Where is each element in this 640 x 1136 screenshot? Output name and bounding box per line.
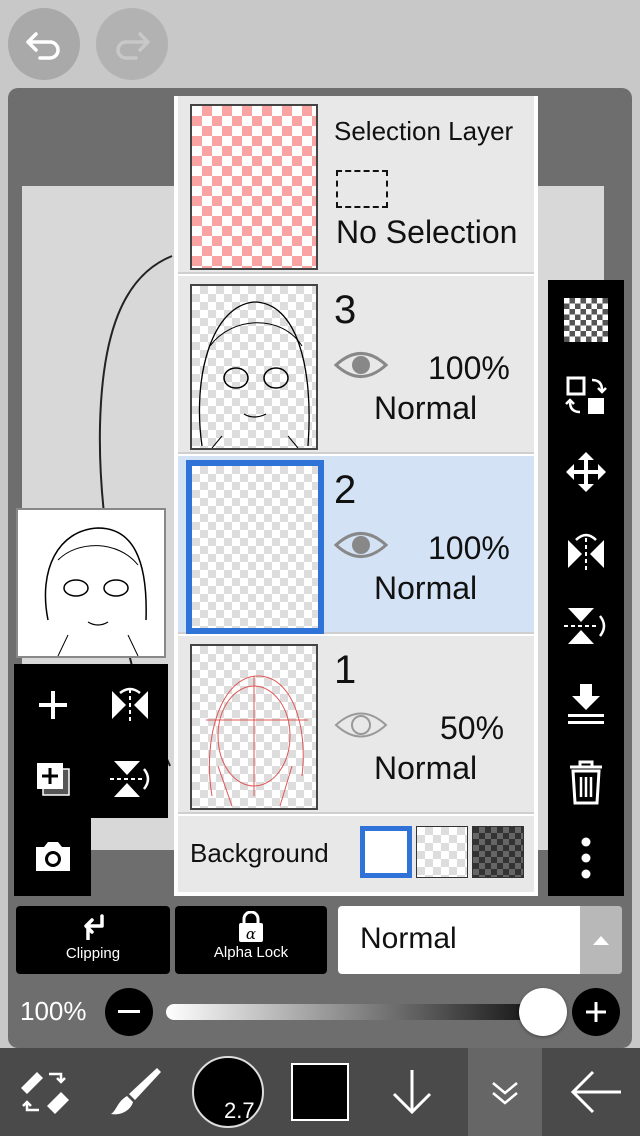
- blend-mode-select[interactable]: Normal: [338, 906, 622, 974]
- flip-horizontal-icon: [568, 533, 604, 572]
- arrow-down-icon: [392, 1070, 432, 1115]
- blend-mode-value: Normal: [360, 922, 457, 955]
- layer-blend-mode: Normal: [374, 390, 478, 426]
- flip-horizontal-icon: [111, 687, 148, 721]
- undo-button[interactable]: [8, 8, 80, 80]
- brush-tool-button[interactable]: [90, 1048, 180, 1136]
- transform-layer-icon: [565, 376, 607, 414]
- clipping-label: Clipping: [65, 945, 121, 962]
- layer-3-thumbnail: [190, 284, 318, 450]
- more-button[interactable]: [548, 828, 624, 888]
- background-label: Background: [190, 838, 329, 868]
- brush-size-indicator: 2.7: [192, 1056, 264, 1128]
- layers-menu-button[interactable]: [468, 1048, 542, 1136]
- back-button[interactable]: [552, 1048, 640, 1136]
- opacity-label: 100%: [20, 996, 87, 1026]
- eye-icon: [334, 712, 388, 738]
- layer-2-thumbnail: [186, 460, 324, 634]
- opacity-slider-track[interactable]: [166, 1004, 566, 1020]
- opacity-slider-thumb[interactable]: [519, 988, 567, 1036]
- visibility-toggle[interactable]: [333, 528, 389, 567]
- canvas-preview[interactable]: [16, 508, 166, 658]
- redo-icon: [116, 32, 150, 60]
- layers-panel: Selection Layer No Selection 3 100% Norm…: [174, 96, 538, 896]
- double-chevron-down-icon: [492, 1082, 518, 1105]
- layer-number: 2: [334, 468, 357, 512]
- visibility-toggle[interactable]: [333, 348, 389, 387]
- layer-opacity: 50%: [440, 710, 505, 746]
- more-icon: [581, 837, 591, 879]
- alpha-lock-button[interactable]: α Alpha Lock: [175, 906, 327, 974]
- flip-horizontal-left-button[interactable]: [91, 670, 168, 740]
- flip-vertical-left-button[interactable]: [91, 744, 168, 814]
- add-copy-layer-icon: [36, 763, 70, 796]
- svg-text:α: α: [246, 925, 256, 943]
- flip-vertical-icon: [564, 608, 606, 644]
- merge-down-button[interactable]: [548, 674, 624, 734]
- delete-layer-button[interactable]: [548, 752, 624, 812]
- clipping-icon: [84, 914, 104, 940]
- background-transparent-swatch[interactable]: [416, 826, 468, 878]
- alpha-lock-label: Alpha Lock: [213, 944, 289, 961]
- layer-row-2[interactable]: 2 100% Normal: [178, 456, 534, 634]
- opacity-decrease-button[interactable]: [105, 988, 153, 1036]
- layer-row-1[interactable]: 1 50% Normal: [178, 636, 534, 814]
- alpha-lock-icon: α: [239, 910, 263, 943]
- flip-vertical-icon: [109, 761, 149, 797]
- layer-number: 3: [334, 288, 357, 332]
- primary-color-swatch: [291, 1063, 349, 1121]
- flip-horizontal-button[interactable]: [548, 522, 624, 582]
- undo-icon: [26, 32, 60, 60]
- blend-mode-dropdown-button[interactable]: [580, 906, 622, 974]
- brush-icon: [111, 1068, 161, 1115]
- move-button[interactable]: [548, 442, 624, 502]
- clipping-button[interactable]: Clipping: [16, 906, 170, 974]
- background-row: Background: [178, 816, 534, 892]
- add-layer-icon: [38, 691, 67, 719]
- layer-blend-mode: Normal: [374, 750, 478, 786]
- trash-icon: [570, 760, 602, 805]
- layer-number: 1: [334, 648, 357, 692]
- camera-button[interactable]: [14, 822, 91, 892]
- right-toolbar: [548, 280, 624, 896]
- layer-1-thumbnail: [190, 644, 318, 810]
- layer-opacity: 100%: [428, 530, 510, 566]
- add-layer-button[interactable]: [14, 670, 91, 740]
- brush-size-button[interactable]: 2.7: [186, 1048, 270, 1136]
- bottom-bar: 2.7: [0, 1048, 640, 1136]
- merge-down-icon: [568, 684, 604, 724]
- back-arrow-icon: [570, 1070, 621, 1114]
- layer-blend-mode: Normal: [374, 570, 478, 606]
- transform-layer-button[interactable]: [548, 366, 624, 426]
- layer-opacity: 100%: [428, 350, 510, 386]
- checker-icon: [564, 298, 608, 342]
- background-white-swatch[interactable]: [360, 826, 412, 878]
- brush-size-value: 2.7: [224, 1098, 255, 1123]
- flip-vertical-button[interactable]: [548, 596, 624, 656]
- background-dark-swatch[interactable]: [472, 826, 524, 878]
- eye-icon: [333, 532, 389, 558]
- add-copy-layer-button[interactable]: [14, 744, 91, 814]
- redo-button[interactable]: [96, 8, 168, 80]
- selection-layer-row[interactable]: Selection Layer No Selection: [178, 96, 534, 274]
- eye-icon: [333, 352, 389, 378]
- selection-layer-thumbnail: [190, 104, 318, 270]
- minus-icon: [118, 1010, 140, 1013]
- swap-tools-button[interactable]: [0, 1048, 90, 1136]
- transparency-button[interactable]: [548, 290, 624, 350]
- layer-row-3[interactable]: 3 100% Normal: [178, 276, 534, 454]
- selection-marquee-icon: [336, 170, 388, 208]
- plus-icon: [586, 1002, 606, 1022]
- selection-layer-title: Selection Layer: [334, 116, 514, 146]
- move-icon: [566, 452, 606, 492]
- color-button[interactable]: [280, 1048, 360, 1136]
- camera-icon: [35, 842, 70, 871]
- selection-status: No Selection: [336, 214, 518, 250]
- chevron-up-icon: [593, 936, 609, 945]
- layer-down-button[interactable]: [370, 1048, 454, 1136]
- swap-tools-icon: [21, 1072, 69, 1114]
- opacity-increase-button[interactable]: [572, 988, 620, 1036]
- visibility-toggle[interactable]: [334, 708, 388, 747]
